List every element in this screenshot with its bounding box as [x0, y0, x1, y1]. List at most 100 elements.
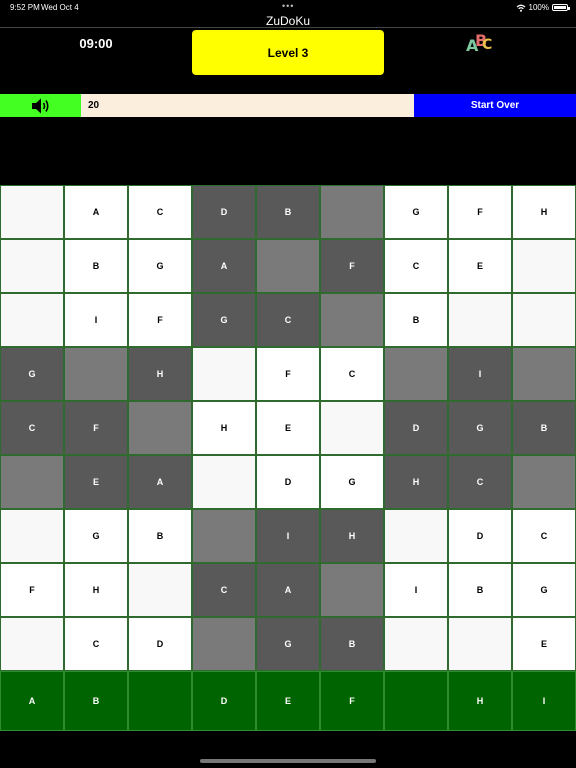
board-cell[interactable]: G [512, 563, 576, 617]
level-button[interactable]: Level 3 [192, 30, 384, 75]
palette-letter-button[interactable] [384, 671, 448, 731]
palette-letter-button[interactable] [128, 671, 192, 731]
palette-letter-button[interactable]: A [0, 671, 64, 731]
board-cell[interactable] [128, 563, 192, 617]
board-cell[interactable] [256, 239, 320, 293]
board-cell[interactable]: H [192, 401, 256, 455]
status-bar: 9:52 PM Wed Oct 4 ••• 100% [0, 0, 576, 14]
board-cell[interactable]: G [448, 401, 512, 455]
board-cell[interactable]: C [256, 293, 320, 347]
board-cell[interactable]: B [64, 239, 128, 293]
board-cell[interactable]: A [256, 563, 320, 617]
board-cell[interactable]: H [320, 509, 384, 563]
board-cell[interactable]: B [320, 617, 384, 671]
board-cell[interactable] [0, 455, 64, 509]
board-cell[interactable] [384, 509, 448, 563]
board-cell[interactable]: I [384, 563, 448, 617]
board-cell[interactable]: F [256, 347, 320, 401]
board-cell[interactable]: G [192, 293, 256, 347]
board-cell[interactable]: B [448, 563, 512, 617]
board-cell[interactable] [0, 509, 64, 563]
board-cell[interactable]: C [448, 455, 512, 509]
board-cell[interactable] [448, 293, 512, 347]
board-cell[interactable] [0, 617, 64, 671]
board-cell[interactable]: C [512, 509, 576, 563]
board-cell[interactable]: D [192, 185, 256, 239]
board-cell[interactable]: H [512, 185, 576, 239]
board-cell[interactable]: B [384, 293, 448, 347]
board-cell[interactable]: F [0, 563, 64, 617]
board-cell[interactable] [384, 347, 448, 401]
board-cell[interactable] [512, 293, 576, 347]
board-cell[interactable] [192, 347, 256, 401]
home-indicator[interactable] [200, 759, 376, 763]
board-cell[interactable] [192, 509, 256, 563]
board-cell[interactable]: I [448, 347, 512, 401]
board-cell[interactable]: B [256, 185, 320, 239]
board-cell[interactable] [192, 617, 256, 671]
board-cell[interactable]: D [128, 617, 192, 671]
board-cell[interactable] [320, 293, 384, 347]
palette-letter-button[interactable]: H [448, 671, 512, 731]
sound-button[interactable] [0, 94, 81, 117]
wifi-icon [516, 4, 525, 12]
board-cell[interactable] [192, 455, 256, 509]
board-cell[interactable]: C [320, 347, 384, 401]
board-cell[interactable]: H [128, 347, 192, 401]
abc-icon[interactable]: A B C [462, 30, 498, 58]
board-cell[interactable]: G [128, 239, 192, 293]
board-cell[interactable]: A [64, 185, 128, 239]
board-cell[interactable] [512, 455, 576, 509]
board-cell[interactable] [512, 347, 576, 401]
palette-letter-button[interactable]: I [512, 671, 576, 731]
board-cell[interactable]: H [384, 455, 448, 509]
board-cell[interactable] [0, 293, 64, 347]
board-cell[interactable]: E [64, 455, 128, 509]
board-cell[interactable]: C [128, 185, 192, 239]
board-cell[interactable]: E [256, 401, 320, 455]
board-cell[interactable] [320, 185, 384, 239]
board-cell[interactable]: C [0, 401, 64, 455]
board-cell[interactable]: D [384, 401, 448, 455]
board-cell[interactable]: F [64, 401, 128, 455]
board-cell[interactable]: B [512, 401, 576, 455]
board-cell[interactable]: G [320, 455, 384, 509]
board-cell[interactable] [320, 563, 384, 617]
board-cell[interactable]: G [64, 509, 128, 563]
palette-letter-button[interactable]: B [64, 671, 128, 731]
sudoku-board: ACDBGFHBGAFCEIFGCBGHFCICFHEDGBEADGHCGBIH… [0, 185, 576, 671]
palette-letter-button[interactable]: D [192, 671, 256, 731]
start-over-button[interactable]: Start Over [414, 94, 576, 117]
board-cell[interactable] [0, 239, 64, 293]
board-cell[interactable]: H [64, 563, 128, 617]
board-cell[interactable]: I [64, 293, 128, 347]
board-cell[interactable]: F [320, 239, 384, 293]
board-cell[interactable]: I [256, 509, 320, 563]
board-cell[interactable]: G [0, 347, 64, 401]
board-cell[interactable] [128, 401, 192, 455]
board-cell[interactable]: G [256, 617, 320, 671]
board-cell[interactable]: B [128, 509, 192, 563]
letter-palette: AB DEF HI [0, 671, 576, 731]
board-cell[interactable]: E [448, 239, 512, 293]
board-cell[interactable]: F [128, 293, 192, 347]
board-cell[interactable] [448, 617, 512, 671]
board-cell[interactable]: C [64, 617, 128, 671]
board-cell[interactable]: G [384, 185, 448, 239]
board-cell[interactable]: A [128, 455, 192, 509]
palette-letter-button[interactable]: F [320, 671, 384, 731]
board-cell[interactable] [64, 347, 128, 401]
board-cell[interactable]: E [512, 617, 576, 671]
board-cell[interactable]: C [192, 563, 256, 617]
board-cell[interactable]: A [192, 239, 256, 293]
board-cell[interactable] [320, 401, 384, 455]
board-cell[interactable]: D [256, 455, 320, 509]
multitasking-dots[interactable]: ••• [282, 1, 294, 11]
board-cell[interactable]: D [448, 509, 512, 563]
board-cell[interactable] [0, 185, 64, 239]
board-cell[interactable]: C [384, 239, 448, 293]
board-cell[interactable] [384, 617, 448, 671]
board-cell[interactable] [512, 239, 576, 293]
palette-letter-button[interactable]: E [256, 671, 320, 731]
board-cell[interactable]: F [448, 185, 512, 239]
